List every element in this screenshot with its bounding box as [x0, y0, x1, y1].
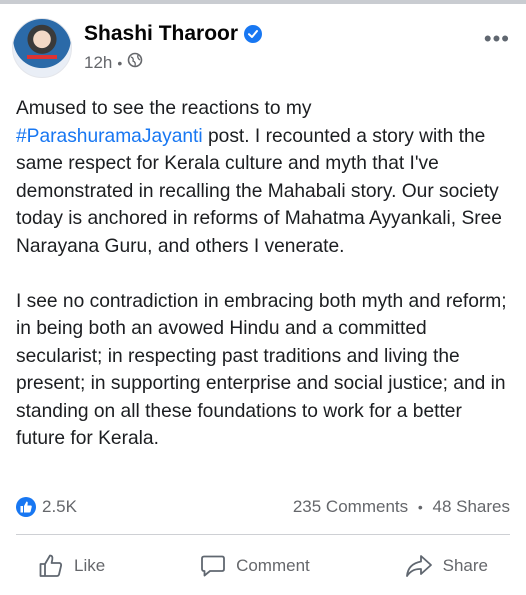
avatar[interactable] [12, 18, 72, 78]
hashtag-link[interactable]: #ParashuramaJayanti [16, 126, 203, 147]
comments-count[interactable]: 235 Comments [293, 497, 408, 516]
post-header: Shashi Tharoor 12h • ••• [12, 16, 514, 80]
comment-icon [201, 555, 225, 577]
like-label: Like [74, 556, 106, 575]
verified-badge-icon [244, 25, 263, 43]
post-time[interactable]: 12h [84, 53, 112, 73]
shares-count[interactable]: 48 Shares [433, 497, 511, 516]
author-row: Shashi Tharoor [84, 22, 263, 46]
engagement-stats: 2.5K 235 Comments • 48 Shares [16, 495, 510, 519]
more-options-icon[interactable]: ••• [484, 26, 510, 52]
reactions-summary[interactable]: 2.5K [16, 497, 77, 517]
like-reaction-icon [16, 497, 36, 517]
stats-separator: • [417, 499, 423, 515]
post-paragraph-2: I see no contradiction in embracing both… [16, 290, 507, 450]
post-text-intro: Amused to see the reactions to my [16, 98, 312, 119]
top-strip [0, 0, 526, 4]
comment-button[interactable]: Comment [178, 548, 332, 584]
actions-divider [16, 534, 510, 535]
post-paragraph-1: Amused to see the reactions to my #Parash… [16, 95, 510, 260]
share-button[interactable]: Share [383, 548, 510, 584]
like-button[interactable]: Like [16, 548, 127, 584]
author-name[interactable]: Shashi Tharoor [84, 22, 238, 46]
share-icon [405, 555, 432, 577]
meta-separator: • [117, 54, 123, 71]
post-body: Amused to see the reactions to my #Parash… [16, 95, 510, 453]
post-meta: 12h • [84, 52, 143, 73]
action-bar: Like Comment Share [16, 548, 510, 584]
share-label: Share [442, 556, 488, 575]
reaction-count: 2.5K [42, 497, 77, 516]
avatar-detail [27, 55, 57, 59]
thumbs-up-icon [39, 554, 63, 577]
comments-shares: 235 Comments • 48 Shares [293, 497, 510, 517]
globe-icon [127, 52, 143, 73]
comment-label: Comment [236, 556, 310, 575]
